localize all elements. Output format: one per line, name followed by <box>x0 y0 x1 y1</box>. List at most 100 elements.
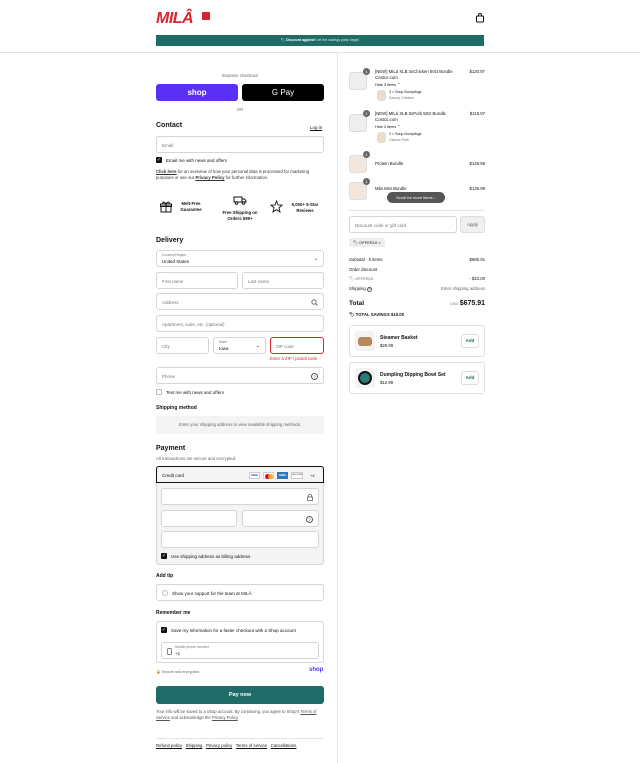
city-field[interactable]: City <box>156 337 209 354</box>
address-placeholder: Address <box>162 300 179 305</box>
discount-value: - $10.00 <box>469 276 485 281</box>
shop-pay-label: shop <box>187 88 207 97</box>
secure-label: Secure and encrypted <box>161 670 199 674</box>
sub-item-name: 3 × Soup Dumplings <box>389 90 421 94</box>
privacy-link[interactable]: Privacy Policy <box>212 715 238 720</box>
first-name-field[interactable]: First name <box>156 272 238 289</box>
steamer-basket-image <box>355 331 375 351</box>
add-label: Add <box>465 338 475 343</box>
lock-icon: 🔒 <box>156 670 161 674</box>
delivery-title: Delivery <box>156 237 184 244</box>
help-icon[interactable]: ? <box>366 287 372 292</box>
upsell-name: Dumpling Dipping Bowl Set <box>380 372 446 378</box>
state-select[interactable]: State Iowa ⌄ <box>213 337 266 354</box>
address-field[interactable]: Address <box>156 293 324 310</box>
item-price: $119.97 <box>469 111 485 116</box>
apply-button[interactable]: Apply <box>460 216 485 233</box>
shipping-method-title: Shipping method <box>156 405 197 411</box>
privacy-policy-link[interactable]: Privacy Policy <box>195 175 224 180</box>
sub-item-variant: Classic Pork <box>389 138 409 142</box>
remember-checkbox[interactable]: ✓ <box>161 627 167 633</box>
shipping-line: Shipping ? <box>349 286 372 292</box>
item-name: Protein Bundle <box>375 161 404 166</box>
order-item: 1 [NEW] MILá XLB 3xChicken 50ct Bundle C… <box>349 68 485 108</box>
mobile-phone-label: Mobile phone number <box>175 645 209 649</box>
shipping-label: Shipping <box>349 286 366 291</box>
total-value: USD $675.91 <box>450 300 485 307</box>
banner-bold: Discount applied! <box>286 38 316 42</box>
country-select[interactable]: Country/Region United States ⌄ <box>156 250 324 267</box>
credit-card-option[interactable]: Credit card VISA AMEX DISCOVER +4 <box>156 466 324 483</box>
billing-checkbox[interactable]: ✓ <box>161 553 167 559</box>
close-icon[interactable]: × <box>378 240 380 245</box>
shipping-policy-link[interactable]: Shipping <box>186 743 203 748</box>
shop-pay-button[interactable]: shop <box>156 84 238 101</box>
sub-item-qty: 3 × <box>389 90 395 94</box>
total-amount: $675.91 <box>459 300 485 307</box>
zip-error: Enter a ZIP / postal code <box>270 356 318 361</box>
contact-title: Contact <box>156 122 183 129</box>
google-pay-button[interactable]: G Pay <box>242 84 324 101</box>
phone-field[interactable]: Phone ? <box>156 367 324 384</box>
privacy-policy-footer-link[interactable]: Privacy policy <box>206 743 232 748</box>
secure-note: 🔒 Secure and encrypted <box>156 669 199 674</box>
lock-icon <box>307 494 313 501</box>
privacy-end: for further information. <box>224 175 269 180</box>
perk-melt-free-label: Melt-Free Guarantee <box>180 201 202 212</box>
sub-item-qty: 3 × <box>389 132 395 136</box>
footer-divider <box>156 738 324 739</box>
pay-now-button[interactable]: Pay now <box>156 686 324 704</box>
logo[interactable]: MILÂ <box>156 10 216 30</box>
sms-checkbox[interactable] <box>156 389 162 395</box>
or-divider: OR <box>236 107 244 112</box>
legal-note: Your info will be saved to a Shop accoun… <box>156 709 324 721</box>
state-value: Iowa <box>219 346 229 351</box>
order-item: 1 Protein Bundle $149.99 <box>349 151 485 174</box>
add-steamer-basket-button[interactable]: Add <box>461 334 479 348</box>
refund-policy-link[interactable]: Refund policy <box>156 743 182 748</box>
mobile-phone-field[interactable]: Mobile phone number +1 <box>161 642 319 659</box>
zip-field[interactable]: ZIP code <box>270 337 324 354</box>
chevron-up-icon: ⌃ <box>397 125 401 129</box>
help-icon[interactable]: ? <box>311 373 318 380</box>
help-icon[interactable]: ? <box>306 516 313 523</box>
payment-title: Payment <box>156 445 186 452</box>
card-number-field[interactable] <box>161 488 319 505</box>
cancellations-link[interactable]: Cancellations <box>271 743 297 748</box>
email-news-label: Email me with news and offers <box>166 158 227 163</box>
footer-links: Refund policy Shipping Privacy policy Te… <box>156 743 296 748</box>
item-name: Mila Mini Bundle <box>375 186 407 191</box>
perk-reviews: 5,000+ 5-Star Reviews <box>270 198 326 220</box>
discount-code-field[interactable]: Discount code or gift card <box>349 216 457 233</box>
gift-icon <box>160 201 172 213</box>
shipping-note: Enter your shipping address to view avai… <box>178 422 302 427</box>
hide-items-toggle[interactable]: Hide 3 items ⌃ <box>375 82 400 87</box>
terms-of-service-link[interactable]: Terms of service <box>236 743 267 748</box>
items-divider <box>349 210 485 211</box>
discount-code-line: 🏷 OFFER10 <box>349 276 373 281</box>
scroll-more-items[interactable]: Scroll for more items ↓ <box>387 192 445 203</box>
expiration-field[interactable] <box>161 510 237 527</box>
email-field[interactable]: Email <box>156 136 324 153</box>
privacy-click-link[interactable]: Click here <box>156 169 177 174</box>
item-name: [NEW] MILá XLB 3xPork 50ct Bundle Costco… <box>375 111 446 122</box>
tip-radio[interactable] <box>162 590 168 596</box>
total-label: Total <box>349 300 365 307</box>
express-title: Express checkout <box>222 73 258 78</box>
security-code-field[interactable]: ? <box>242 510 319 527</box>
login-link[interactable]: Log in <box>310 125 322 130</box>
apartment-field[interactable]: Apartment, suite, etc. (optional) <box>156 315 324 332</box>
discover-icon: DISCOVER <box>291 472 303 479</box>
phone-icon <box>167 648 172 655</box>
cart-button[interactable] <box>475 13 485 23</box>
email-news-checkbox[interactable]: ✓ <box>156 157 162 163</box>
tip-option[interactable]: Show your support for the team at MILÂ <box>156 584 324 601</box>
total-savings: 🏷 TOTAL SAVINGS $10.00 <box>349 312 404 318</box>
phone-placeholder: Phone <box>162 374 176 379</box>
name-on-card-field[interactable] <box>161 531 319 548</box>
add-dipping-bowl-button[interactable]: Add <box>461 371 479 385</box>
hide-items-toggle[interactable]: Hide 3 items ⌃ <box>375 124 400 129</box>
last-name-field[interactable]: Last name <box>242 272 324 289</box>
legal-text1: Your info will be saved to a Shop accoun… <box>156 709 301 714</box>
perk-melt-free: Melt-Free Guarantee <box>160 198 210 220</box>
